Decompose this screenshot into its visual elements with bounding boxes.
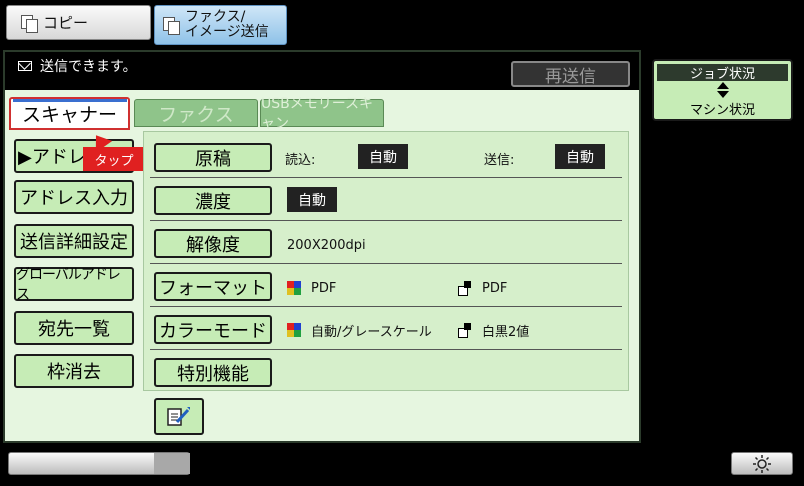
send-value: 自動 — [555, 144, 605, 169]
fax-mode-label-line1: ファクス/ — [185, 9, 246, 25]
color-mode-button[interactable]: カラーモード — [154, 315, 272, 344]
format-color-value: PDF — [311, 280, 337, 296]
destination-list-button[interactable]: 宛先一覧 — [14, 311, 134, 345]
format-color: PDF — [287, 279, 336, 297]
frame-erase-button[interactable]: 枠消去 — [14, 354, 134, 388]
color-mode-color: 自動/グレースケール — [287, 321, 432, 340]
fax-icon — [163, 17, 180, 35]
color-mode-color-value: 自動/グレースケール — [311, 324, 432, 340]
job-status-button[interactable]: ジョブ状況 マシン状況 — [652, 59, 793, 121]
status-message: 送信できます。 — [18, 56, 137, 76]
global-address-button[interactable]: グローバルアドレス — [14, 267, 134, 303]
up-down-arrows-icon — [717, 82, 729, 98]
tab-scanner-label: スキャナー — [21, 104, 117, 126]
tab-usb-memory-scan[interactable]: USBメモリースキャン — [260, 96, 384, 132]
density-value: 自動 — [287, 187, 337, 212]
status-message-text: 送信できます。 — [40, 59, 137, 75]
mail-icon — [18, 61, 32, 71]
read-value: 自動 — [358, 144, 408, 169]
brightness-icon — [753, 454, 771, 473]
address-input-button[interactable]: アドレス入力 — [14, 180, 134, 214]
tab-scanner[interactable]: スキャナー — [9, 97, 130, 130]
edit-program-button[interactable] — [154, 398, 204, 435]
resolution-value: 200X200dpi — [287, 237, 366, 253]
bottom-left-button[interactable] — [8, 452, 190, 475]
copy-mode-label: コピー — [43, 14, 89, 32]
color-icon — [287, 323, 301, 337]
divider — [150, 263, 622, 264]
brightness-button[interactable] — [731, 452, 793, 475]
resend-button[interactable]: 再送信 — [511, 61, 630, 87]
divider — [150, 349, 622, 350]
divider — [150, 177, 622, 178]
original-button[interactable]: 原稿 — [154, 143, 272, 172]
fax-image-send-mode-button[interactable]: ファクス/ イメージ送信 — [154, 5, 287, 45]
copy-mode-button[interactable]: コピー — [6, 5, 151, 40]
job-status-label: ジョブ状況 — [657, 64, 788, 82]
black-white-icon — [458, 323, 472, 338]
special-function-button[interactable]: 特別機能 — [154, 358, 272, 387]
machine-status-label: マシン状況 — [689, 103, 755, 118]
edit-document-icon — [167, 406, 190, 426]
read-label: 読込: — [285, 152, 316, 168]
color-mode-bw: 白黒2値 — [458, 321, 530, 340]
fax-mode-label-line2: イメージ送信 — [185, 24, 269, 40]
send-detail-settings-button[interactable]: 送信詳細設定 — [14, 224, 134, 258]
format-bw-value: PDF — [482, 280, 508, 296]
format-button[interactable]: フォーマット — [154, 272, 272, 301]
send-label: 送信: — [484, 152, 515, 168]
resolution-button[interactable]: 解像度 — [154, 229, 272, 258]
copy-icon — [21, 14, 38, 33]
divider — [150, 306, 622, 307]
density-button[interactable]: 濃度 — [154, 186, 272, 215]
tab-fax[interactable]: ファクス — [134, 99, 258, 127]
bottom-left-segment — [154, 453, 190, 474]
tap-hint-label: タップ — [83, 147, 145, 171]
color-mode-bw-value: 白黒2値 — [482, 324, 530, 340]
black-white-icon — [458, 281, 472, 296]
divider — [150, 220, 622, 221]
color-icon — [287, 281, 301, 295]
format-bw: PDF — [458, 279, 507, 297]
